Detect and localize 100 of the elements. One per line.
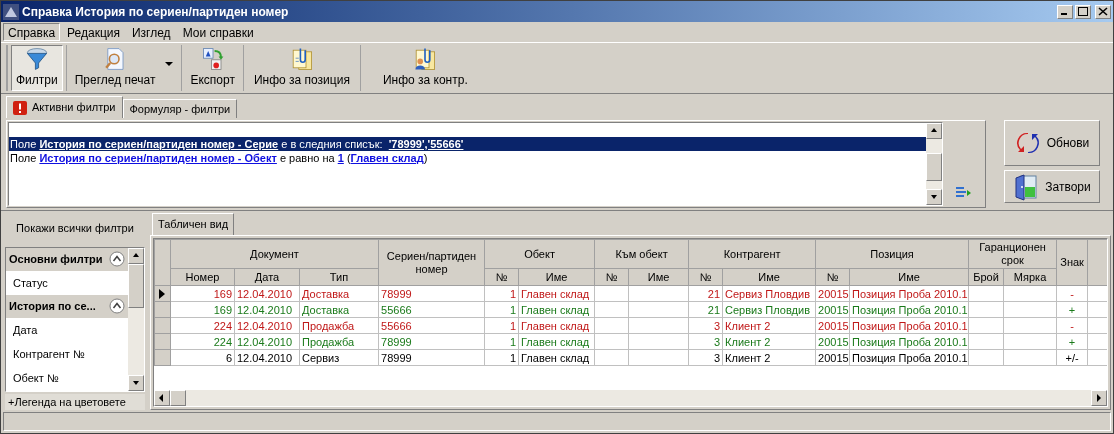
column-group-header[interactable]: Позиция — [815, 239, 969, 269]
table-cell: 78999 — [378, 285, 485, 302]
table-cell: Доставка — [299, 285, 379, 302]
table-cell: 21 — [688, 301, 723, 318]
table-cell: 20015 — [815, 349, 850, 366]
column-header — [1087, 239, 1107, 286]
table-cell: 20015 — [815, 333, 850, 350]
table-cell: 3 — [688, 349, 723, 366]
table-cell: Позиция Проба 2010.1 — [849, 301, 969, 318]
filter-link[interactable]: История по сериен/партиден номер - Серие — [39, 138, 279, 150]
column-group-header[interactable]: Обект — [484, 239, 595, 269]
toolbar-button[interactable]: Експорт — [185, 45, 240, 91]
table-cell: Главен склад — [518, 333, 595, 350]
menu-item[interactable]: Мои справки — [177, 23, 259, 41]
color-legend-button[interactable]: +Легенда на цветовете — [5, 394, 145, 410]
table-cell: - — [1056, 317, 1088, 334]
table-cell: Продажба — [299, 317, 379, 334]
warning-icon — [13, 100, 27, 115]
tab[interactable]: Табличен вид — [152, 213, 235, 235]
filter-link[interactable]: '78999','55666' — [388, 138, 464, 150]
table-cell: 169 — [170, 285, 235, 302]
filter-condition[interactable]: Поле История по сериен/партиден номер - Обект е равно на 1 (Главен склад) — [9, 151, 926, 165]
column-group-header[interactable]: Контрагент — [688, 239, 816, 269]
table-cell: Сервиз — [299, 349, 379, 366]
filter-group-header[interactable]: История по се... — [6, 294, 128, 318]
scroll-down-button[interactable] — [128, 375, 144, 391]
toolbar-button[interactable]: Филтри — [11, 45, 63, 91]
filter-link[interactable]: Главен склад — [350, 152, 424, 164]
table-cell: Позиция Проба 2010.1 — [849, 349, 969, 366]
table-cell: 1 — [484, 301, 519, 318]
close-button[interactable] — [1095, 4, 1111, 19]
menu-item[interactable]: Справка — [3, 23, 61, 41]
filter-link[interactable]: 1 — [337, 152, 344, 164]
current-row-icon — [158, 288, 166, 299]
scroll-down-button[interactable] — [926, 189, 942, 205]
table-cell: Главен склад — [518, 301, 595, 318]
side-button[interactable]: Обнови — [1004, 120, 1100, 166]
table-cell: 78999 — [378, 333, 485, 350]
menu-item[interactable]: Изглед — [126, 23, 176, 41]
table-cell: + — [1056, 301, 1088, 318]
table-cell: Сервиз Пловдив — [722, 301, 816, 318]
scroll-up-button[interactable] — [128, 247, 144, 264]
list-arrow-icon[interactable] — [954, 186, 972, 200]
column-group-header[interactable]: Документ — [170, 239, 379, 269]
table-cell: 21 — [688, 285, 723, 302]
show-all-filters-button[interactable]: Покажи всички филтри — [3, 211, 147, 245]
column-group-header[interactable]: Гаранционен срок — [968, 239, 1057, 269]
column-group-header[interactable]: Сериен/партиден номер — [378, 239, 485, 286]
menu-item[interactable]: Редакция — [62, 23, 125, 41]
table-cell: 3 — [688, 317, 723, 334]
scroll-up-button[interactable] — [926, 123, 942, 139]
filter-condition[interactable]: Поле История по сериен/партиден номер - Серие е в следния списък: '78999','55666' — [9, 137, 926, 151]
scroll-thumb[interactable] — [128, 263, 144, 308]
minimize-button[interactable] — [1057, 4, 1073, 19]
table-cell: Главен склад — [518, 317, 595, 334]
close-icon — [1098, 7, 1108, 16]
horizontal-scrollbar[interactable] — [154, 390, 1107, 406]
table-cell: 20015 — [815, 301, 850, 318]
table-cell: 78999 — [378, 349, 485, 366]
table-cell: 12.04.2010 — [234, 285, 300, 302]
toolbar-button[interactable]: Инфо за контр. — [363, 45, 487, 91]
scroll-thumb[interactable] — [926, 153, 942, 181]
side-button[interactable]: Затвори — [1004, 170, 1100, 203]
table-cell: 1 — [484, 349, 519, 366]
table-cell: Доставка — [299, 301, 379, 318]
refresh-icon — [1014, 130, 1041, 156]
tab[interactable]: Активни филтри — [6, 96, 123, 118]
table-cell: 12.04.2010 — [234, 349, 300, 366]
table-cell: 1 — [484, 285, 519, 302]
scroll-left-button[interactable] — [154, 390, 170, 406]
maximize-icon — [1078, 7, 1088, 16]
table-cell: + — [1056, 333, 1088, 350]
table-cell: 55666 — [378, 317, 485, 334]
tab[interactable]: Формуляр - филтри — [122, 99, 238, 118]
table-cell: Позиция Проба 2010.1 — [849, 317, 969, 334]
table-cell: Клиент 2 — [722, 333, 816, 350]
table-cell: 1 — [484, 333, 519, 350]
toolbar-button[interactable]: Инфо за позиция — [246, 45, 357, 91]
maximize-button[interactable] — [1075, 4, 1091, 19]
table-cell: Сервиз Пловдив — [722, 285, 816, 302]
table-cell: 12.04.2010 — [234, 333, 300, 350]
column-group-header[interactable]: Към обект — [594, 239, 689, 269]
filter-group-header[interactable]: Основни филтри — [6, 247, 128, 271]
scroll-thumb[interactable] — [170, 390, 186, 406]
column-group-header[interactable]: Знак — [1056, 239, 1088, 286]
vertical-scrollbar[interactable] — [128, 247, 144, 391]
collapse-icon[interactable] — [109, 251, 125, 268]
vertical-scrollbar[interactable] — [926, 123, 942, 205]
filter-link[interactable]: История по сериен/партиден номер - Обект — [39, 152, 277, 164]
table-cell: 224 — [170, 333, 235, 350]
collapse-icon[interactable] — [109, 298, 125, 315]
table-cell: Главен склад — [518, 285, 595, 302]
table-cell: - — [1056, 285, 1088, 302]
toolbar-button[interactable]: Преглед печат — [69, 45, 161, 91]
dropdown-caret-icon[interactable] — [164, 61, 175, 67]
window-title: Справка История по сериен/партиден номер — [22, 3, 289, 21]
table-cell: Позиция Проба 2010.1 — [849, 333, 969, 350]
table-cell: 1 — [484, 317, 519, 334]
table-cell: 55666 — [378, 301, 485, 318]
scroll-right-button[interactable] — [1091, 390, 1107, 406]
